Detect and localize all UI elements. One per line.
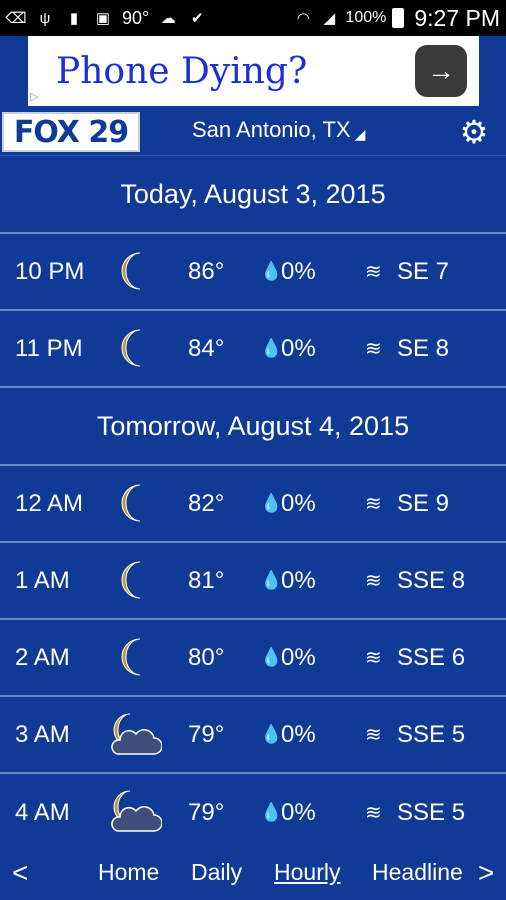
bottom-nav: < Home Daily Hourly Headline > [0,843,506,900]
weather-icon: ☁ [160,10,176,27]
wind-icon: ≋ [365,338,382,360]
image-icon: ▣ [95,10,111,27]
ad-arrow-button[interactable]: → [415,45,467,97]
nav-left-arrow-icon[interactable]: < [12,857,28,889]
wind-speed: SSE 6 [397,643,466,671]
hour-temp: 82° [188,489,225,517]
moon-cloud-icon [111,790,162,832]
precip-chance: 0% [281,489,316,517]
hour-time: 10 PM [15,257,85,285]
hour-temp: 79° [188,720,225,748]
check-icon: ✔ [190,10,204,27]
ad-title: Phone Dying? [56,50,308,92]
hour-temp: 81° [188,566,225,594]
status-bar: ⌫ ψ ▮ ▣ 90° ☁ ✔ ◠ ◢ 100% 9:27 PM [0,0,506,36]
battery-icon [392,8,405,28]
ad-banner[interactable]: Phone Dying? → ▷ [28,36,479,106]
moon-icon [121,638,141,676]
moon-icon [121,484,141,522]
wind-speed: SE 8 [397,334,450,362]
moon-icon [121,329,141,367]
status-time: 9:27 PM [414,4,500,31]
raindrop-icon: 💧 [260,261,283,281]
raindrop-icon: 💧 [260,647,283,667]
dropdown-caret-icon: ◢ [354,126,366,142]
wind-speed: SE 9 [397,489,450,517]
wind-icon: ≋ [365,261,382,283]
precip-chance: 0% [281,798,316,826]
location-label: San Antonio, TX [192,117,351,142]
nav-headline[interactable]: Headline [372,859,463,886]
hour-temp: 79° [188,798,225,826]
hour-time: 3 AM [15,720,70,748]
wind-icon: ≋ [365,802,382,824]
ad-container: Phone Dying? → ▷ [0,36,506,106]
precip-chance: 0% [281,566,316,594]
nav-hourly[interactable]: Hourly [274,859,340,886]
nav-right-arrow-icon[interactable]: > [478,857,494,889]
hour-temp: 84° [188,334,225,362]
settings-gear-icon[interactable]: ⚙ [456,114,492,150]
hourly-row[interactable]: 1 AM 81° 💧 0% ≋ SSE 8 [0,543,506,620]
wind-speed: SSE 5 [397,798,466,826]
location-selector[interactable]: San Antonio, TX ◢ [192,117,365,143]
moon-icon [121,252,141,290]
wind-speed: SE 7 [397,257,450,285]
ad-info-icon[interactable]: ▷ [30,90,44,104]
hour-time: 11 PM [15,334,83,362]
precip-chance: 0% [281,257,316,285]
back-notification-icon: ⌫ [5,10,27,27]
day-header-today: Today, August 3, 2015 [0,156,506,234]
precip-chance: 0% [281,643,316,671]
hourly-row[interactable]: 4 AM 79° 💧 0% ≋ SSE 5 [0,774,506,851]
hourly-row[interactable]: 10 PM 86° 💧 0% ≋ SE 7 [0,234,506,311]
precip-chance: 0% [281,334,316,362]
nav-daily[interactable]: Daily [191,859,242,886]
precip-chance: 0% [281,720,316,748]
fox29-logo: FOX 29 [2,112,140,152]
signal-icon: ◢ [323,10,336,27]
wind-icon: ≋ [365,724,382,746]
wind-icon: ≋ [365,493,382,515]
hour-time: 12 AM [15,489,84,517]
wind-speed: SSE 5 [397,720,466,748]
wifi-icon: ◠ [296,10,310,27]
wind-speed: SSE 8 [397,566,466,594]
hourly-row[interactable]: 2 AM 80° 💧 0% ≋ SSE 6 [0,620,506,697]
raindrop-icon: 💧 [260,724,283,744]
battery-saver-icon: ▮ [69,10,79,27]
hourly-row[interactable]: 3 AM 79° 💧 0% ≋ SSE 5 [0,697,506,774]
wind-icon: ≋ [365,647,382,669]
raindrop-icon: 💧 [260,570,283,590]
raindrop-icon: 💧 [260,338,283,358]
battery-percent: 100% [345,9,387,26]
status-temp: 90° [122,7,150,28]
hour-time: 1 AM [15,566,70,594]
hourly-row[interactable]: 12 AM 82° 💧 0% ≋ SE 9 [0,466,506,543]
hour-time: 4 AM [15,798,70,826]
hourly-row[interactable]: 11 PM 84° 💧 0% ≋ SE 8 [0,311,506,388]
hour-temp: 80° [188,643,225,671]
hour-temp: 86° [188,257,225,285]
moon-cloud-icon [111,713,162,755]
nav-home[interactable]: Home [98,859,159,886]
hour-time: 2 AM [15,643,70,671]
raindrop-icon: 💧 [260,802,283,822]
app-header: FOX 29 San Antonio, TX ◢ ⚙ [0,106,506,156]
day-header-tomorrow: Tomorrow, August 4, 2015 [0,388,506,466]
usb-icon: ψ [39,9,51,27]
raindrop-icon: 💧 [260,493,283,513]
moon-icon [121,561,141,599]
wind-icon: ≋ [365,570,382,592]
